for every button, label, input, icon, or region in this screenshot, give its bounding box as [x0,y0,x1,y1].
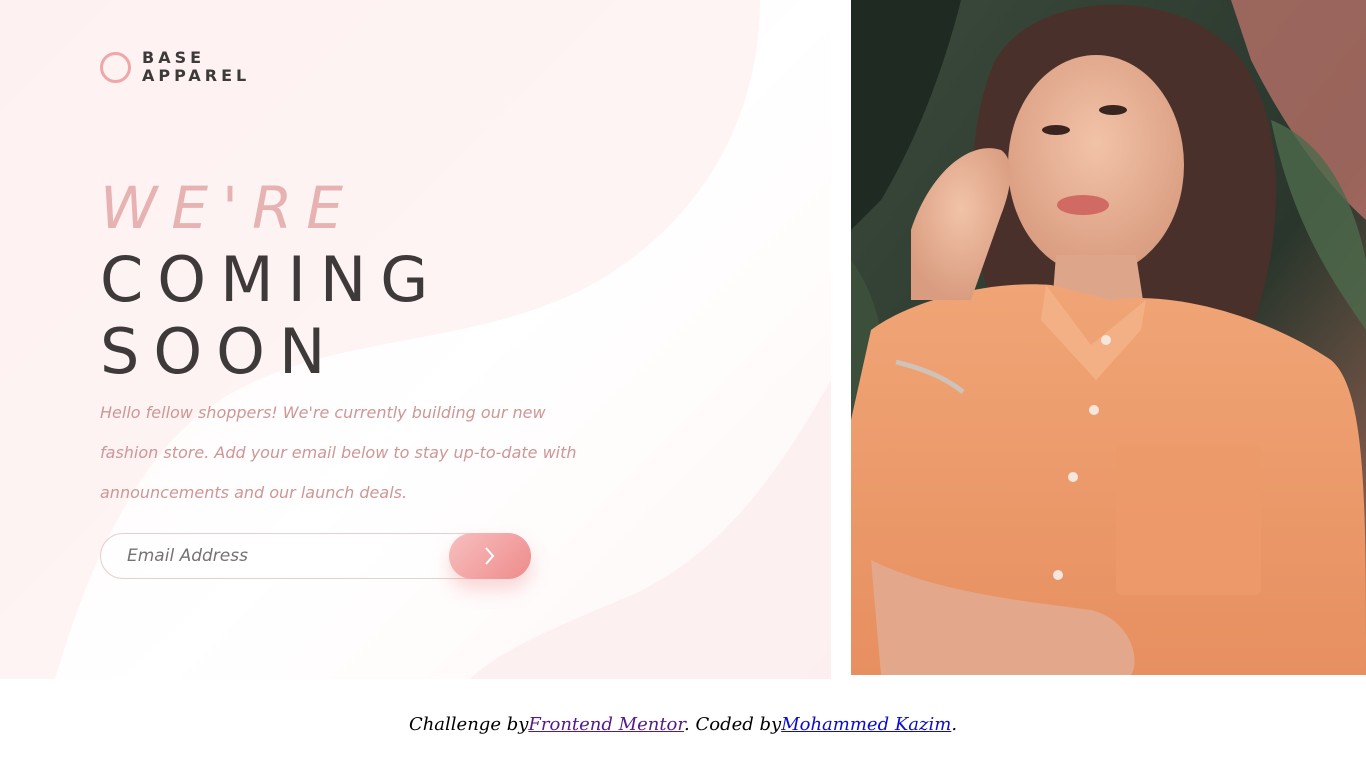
frontend-mentor-link[interactable]: Frontend Mentor [528,714,684,735]
left-panel: BASE APPAREL WE'RE COMING SOON Hello fel… [0,0,831,679]
chevron-right-icon [485,547,495,565]
headline-line-2: SOON [100,315,340,388]
logo-ring-icon [100,51,131,83]
hero-photo [851,0,1366,675]
logo-wordmark: BASE APPAREL [142,49,250,85]
logo-line-2: APPAREL [142,66,251,85]
footer-prefix: Challenge by [408,714,529,735]
email-signup-form [100,533,531,579]
footer-middle: . Coded by [684,714,782,735]
logo-line-1: BASE [142,48,206,67]
headline-line-1: COMING [100,243,443,316]
attribution-footer: Challenge byFrontend Mentor. Coded byMoh… [0,714,1366,735]
hero-image [851,0,1366,675]
brand-logo[interactable]: BASE APPAREL [100,49,250,85]
headline-light: WE'RE [100,174,357,242]
submit-button[interactable] [449,533,531,579]
author-link[interactable]: Mohammed Kazim [781,714,951,735]
footer-suffix: . [951,714,958,735]
intro-paragraph: Hello fellow shoppers! We're currently b… [100,403,577,502]
page-headline: WE'RE COMING SOON [100,172,442,388]
